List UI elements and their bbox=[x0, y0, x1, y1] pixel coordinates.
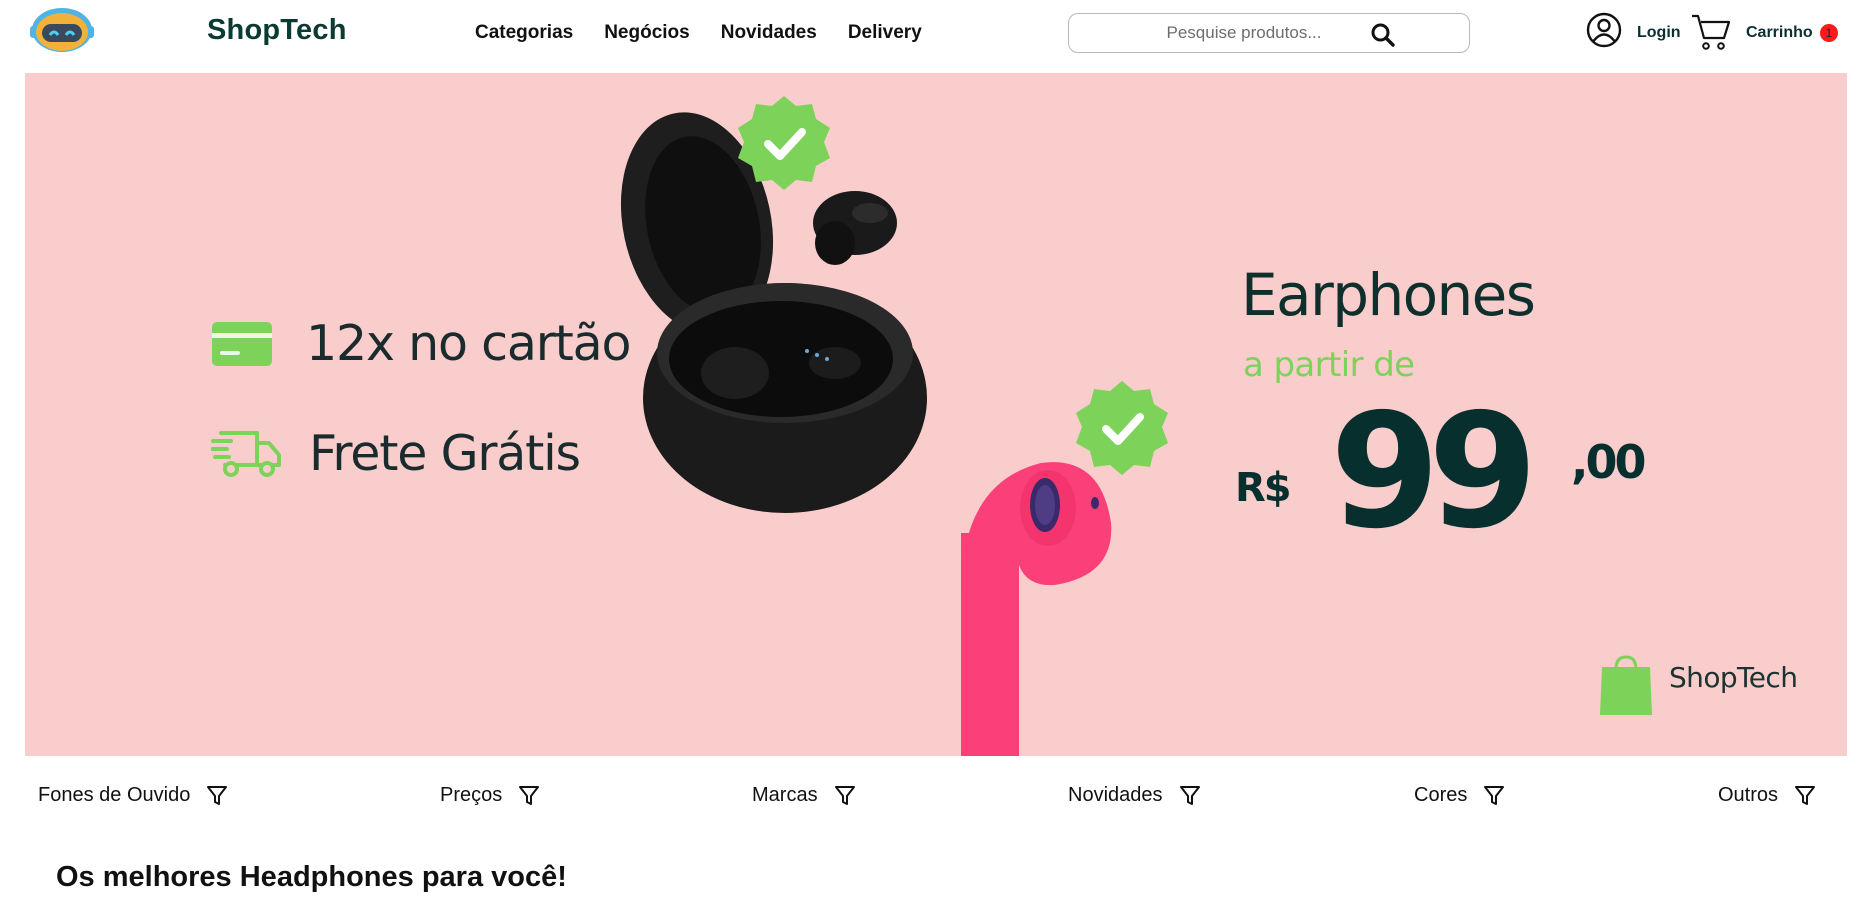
price-currency: R$ bbox=[1235, 465, 1292, 511]
shopping-bag-icon bbox=[1600, 655, 1652, 715]
nav-item-novidades[interactable]: Novidades bbox=[721, 22, 817, 44]
filter-label: Fones de Ouvido bbox=[38, 784, 191, 806]
feature-shipping-text: Frete Grátis bbox=[309, 425, 581, 482]
earbuds-product-image bbox=[620, 96, 1168, 756]
feature-shipping: Frete Grátis bbox=[211, 425, 581, 482]
filter-icon bbox=[519, 785, 540, 805]
filter-outros[interactable]: Outros bbox=[1718, 784, 1816, 807]
filter-label: Marcas bbox=[752, 784, 818, 806]
credit-card-icon bbox=[212, 321, 272, 366]
filter-icon bbox=[207, 785, 228, 805]
main-nav: Categorias Negócios Novidades Delivery bbox=[475, 22, 922, 44]
header: ShopTech Categorias Negócios Novidades D… bbox=[0, 0, 1866, 72]
filter-icon bbox=[834, 785, 855, 805]
brand-name[interactable]: ShopTech bbox=[207, 14, 347, 47]
filter-label: Preços bbox=[440, 784, 503, 806]
cart-count-badge: 1 bbox=[1820, 24, 1838, 42]
price-cents: ,00 bbox=[1571, 435, 1646, 489]
nav-item-negocios[interactable]: Negócios bbox=[604, 22, 690, 44]
cart-link[interactable]: Carrinho bbox=[1746, 24, 1813, 42]
truck-icon bbox=[211, 430, 281, 477]
filter-fones-de-ouvido[interactable]: Fones de Ouvido bbox=[38, 784, 228, 807]
hero-banner[interactable]: 12x no cartão Frete Grátis Earphones a p… bbox=[25, 73, 1847, 756]
nav-item-delivery[interactable]: Delivery bbox=[848, 22, 922, 44]
price-integer: 99 bbox=[1330, 380, 1538, 564]
user-icon[interactable] bbox=[1586, 12, 1622, 48]
promo-subtitle: a partir de bbox=[1243, 345, 1415, 385]
promo-title: Earphones bbox=[1241, 261, 1536, 329]
filter-marcas[interactable]: Marcas bbox=[752, 784, 856, 807]
filter-label: Outros bbox=[1718, 784, 1779, 806]
check-badge-icon bbox=[1076, 381, 1168, 475]
feature-installments: 12x no cartão bbox=[212, 315, 631, 372]
feature-installments-text: 12x no cartão bbox=[306, 315, 631, 372]
section-title: Os melhores Headphones para você! bbox=[56, 861, 567, 893]
banner-brand: ShopTech bbox=[1669, 661, 1798, 694]
search-icon[interactable] bbox=[1370, 22, 1396, 48]
filter-novidades[interactable]: Novidades bbox=[1068, 784, 1201, 807]
filter-icon bbox=[1795, 785, 1816, 805]
cart-icon[interactable] bbox=[1690, 11, 1732, 53]
filter-icon bbox=[1179, 785, 1200, 805]
nav-item-categorias[interactable]: Categorias bbox=[475, 22, 573, 44]
filter-cores[interactable]: Cores bbox=[1414, 784, 1505, 807]
filter-label: Novidades bbox=[1068, 784, 1163, 806]
mascot-logo-icon[interactable] bbox=[30, 6, 94, 56]
search-box bbox=[1068, 13, 1470, 53]
filter-label: Cores bbox=[1414, 784, 1468, 806]
search-input[interactable] bbox=[1085, 20, 1403, 46]
login-link[interactable]: Login bbox=[1637, 24, 1681, 42]
filter-icon bbox=[1484, 785, 1505, 805]
filter-precos[interactable]: Preços bbox=[440, 784, 540, 807]
filter-bar: Fones de Ouvido Preços Marcas Novidades … bbox=[0, 784, 1866, 818]
